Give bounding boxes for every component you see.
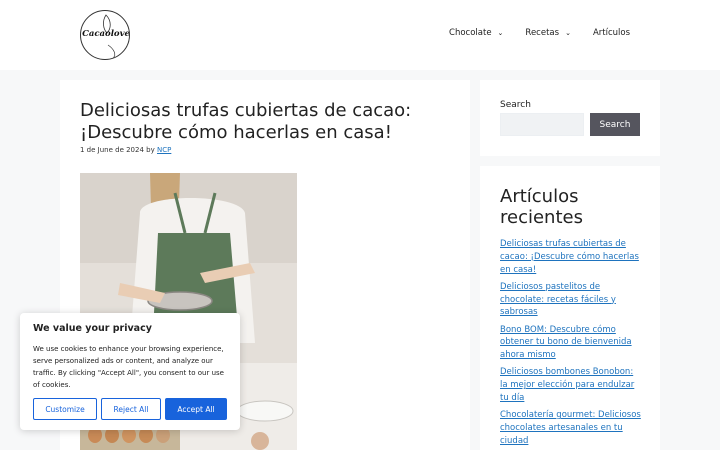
- recent-post-link[interactable]: Deliciosas trufas cubiertas de cacao: ¡D…: [500, 239, 639, 275]
- site-logo[interactable]: Cacaolove: [80, 10, 130, 60]
- recent-posts-list: Deliciosas trufas cubiertas de cacao: ¡D…: [500, 238, 642, 450]
- list-item: Bono BOM: Descubre cómo obtener tu bono …: [500, 324, 642, 362]
- chevron-down-icon: ⌄: [497, 29, 504, 37]
- logo-text: Cacaolove: [82, 29, 130, 39]
- article-by: by: [146, 146, 155, 154]
- main-nav: Chocolate ⌄ Recetas ⌄ Artículos: [449, 28, 630, 38]
- cookie-consent-banner: We value your privacy We use cookies to …: [20, 313, 240, 430]
- search-widget: Search Search: [480, 80, 660, 156]
- recent-posts-title: Artículos recientes: [500, 186, 583, 228]
- list-item: Deliciosos bombones Bonobon: la mejor el…: [500, 366, 642, 404]
- article-title: Deliciosas trufas cubiertas de cacao: ¡D…: [80, 100, 412, 143]
- nav-item-label: Chocolate: [449, 28, 492, 38]
- chevron-down-icon: ⌄: [565, 29, 571, 37]
- recent-post-link[interactable]: Deliciosos pastelitos de chocolate: rece…: [500, 282, 616, 318]
- author-link[interactable]: NCP: [157, 146, 171, 154]
- list-item: Deliciosas trufas cubiertas de cacao: ¡D…: [500, 238, 642, 276]
- recent-post-link[interactable]: Bono BOM: Descubre cómo obtener tu bono …: [500, 325, 632, 361]
- nav-item-recetas[interactable]: Recetas ⌄: [525, 28, 571, 38]
- list-item: Chocolatería gourmet: Deliciosos chocola…: [500, 409, 642, 447]
- recent-post-link[interactable]: Chocolatería gourmet: Deliciosos chocola…: [500, 410, 641, 446]
- article-date: 1 de June de 2024: [80, 146, 144, 154]
- customize-button[interactable]: Customize: [33, 398, 97, 420]
- nav-item-chocolate[interactable]: Chocolate ⌄: [449, 28, 503, 38]
- recent-posts-widget: Artículos recientes Deliciosas trufas cu…: [480, 166, 660, 450]
- cookie-text: We use cookies to enhance your browsing …: [33, 345, 224, 389]
- nav-item-label: Artículos: [592, 28, 630, 38]
- search-button[interactable]: Search: [590, 113, 640, 136]
- site-header: Cacaolove Chocolate ⌄ Recetas ⌄ Artículo…: [0, 0, 720, 70]
- list-item: Deliciosos pastelitos de chocolate: rece…: [500, 281, 642, 319]
- article-meta: 1 de June de 2024 by NCP: [80, 146, 171, 154]
- nav-item-label: Recetas: [525, 28, 560, 38]
- cookie-title: We value your privacy: [33, 323, 152, 334]
- search-input[interactable]: [500, 113, 584, 136]
- accept-all-button[interactable]: Accept All: [165, 398, 227, 420]
- recent-post-link[interactable]: Deliciosos bombones Bonobon: la mejor el…: [500, 367, 634, 403]
- nav-item-articulos[interactable]: Artículos: [593, 28, 630, 38]
- reject-all-button[interactable]: Reject All: [101, 398, 161, 420]
- search-label: Search: [500, 100, 531, 110]
